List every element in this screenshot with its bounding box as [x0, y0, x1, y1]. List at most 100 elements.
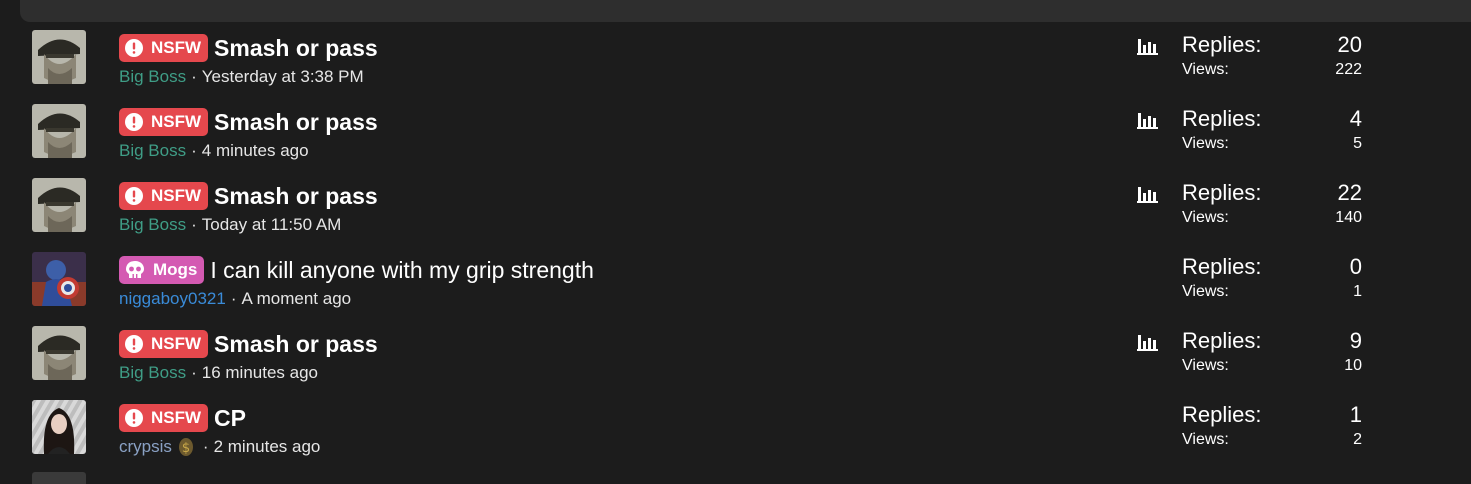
- big-boss-avatar[interactable]: [32, 104, 86, 158]
- thread-stats: Replies: 4 Views: 5: [1182, 106, 1362, 153]
- meta-separator: ·: [191, 67, 197, 86]
- nsfw-prefix-badge[interactable]: NSFW: [119, 34, 209, 62]
- meta-separator: ·: [230, 289, 237, 308]
- mogs-prefix-badge[interactable]: Mogs: [119, 256, 205, 284]
- thread-meta: crypsis $ · 2 minutes ago: [119, 437, 320, 457]
- thread-stats: Replies: 20 Views: 222: [1182, 32, 1362, 79]
- replies-label: Replies:: [1182, 402, 1262, 427]
- poll-icon: [1137, 38, 1159, 61]
- nsfw-prefix-badge[interactable]: NSFW: [119, 330, 209, 358]
- replies-count: 4: [1349, 106, 1362, 131]
- prefix-label: NSFW: [151, 408, 202, 427]
- nsfw-prefix-badge[interactable]: NSFW: [119, 182, 209, 210]
- poll-icon: [1137, 112, 1159, 135]
- views-label: Views:: [1182, 209, 1229, 226]
- author-link[interactable]: niggaboy0321: [119, 289, 226, 309]
- thread-title-link[interactable]: I can kill anyone with my grip strength: [210, 257, 594, 284]
- meta-separator: ·: [191, 215, 197, 234]
- alert-icon: [125, 409, 143, 427]
- thread-title-line: NSFW Smash or pass: [119, 34, 378, 62]
- replies-label: Replies:: [1182, 180, 1262, 205]
- thread-title-line: NSFW Smash or pass: [119, 182, 378, 210]
- thread-time[interactable]: Today at 11:50 AM: [202, 215, 342, 235]
- woman-avatar[interactable]: [32, 400, 86, 454]
- replies-count: 0: [1349, 254, 1362, 279]
- thread-meta: Big Boss · Yesterday at 3:38 PM: [119, 67, 364, 87]
- alert-icon: [125, 113, 143, 131]
- thread-time[interactable]: 2 minutes ago: [214, 437, 321, 457]
- top-panel: [20, 0, 1471, 22]
- author-link[interactable]: Big Boss: [119, 363, 186, 383]
- views-label: Views:: [1182, 431, 1229, 448]
- views-label: Views:: [1182, 135, 1229, 152]
- thread-row[interactable]: Mogs I can kill anyone with my grip stre…: [0, 249, 1471, 323]
- views-label: Views:: [1182, 357, 1229, 374]
- thread-title-link[interactable]: Smash or pass: [214, 35, 378, 62]
- thread-row[interactable]: NSFW Smash or pass Big Boss · 4 minutes …: [0, 101, 1471, 175]
- svg-text:$: $: [182, 441, 190, 456]
- thread-stats: Replies: 9 Views: 10: [1182, 328, 1362, 375]
- author-link[interactable]: crypsis: [119, 437, 172, 457]
- thread-stats: Replies: 1 Views: 2: [1182, 402, 1362, 449]
- replies-label: Replies:: [1182, 32, 1262, 57]
- views-label: Views:: [1182, 61, 1229, 78]
- thread-title-line: NSFW CP: [119, 404, 246, 432]
- replies-count: 9: [1349, 328, 1362, 353]
- meta-separator: ·: [202, 437, 209, 456]
- thread-stats: Replies: 22 Views: 140: [1182, 180, 1362, 227]
- thread-meta: Big Boss · 16 minutes ago: [119, 363, 318, 383]
- prefix-label: NSFW: [151, 112, 202, 131]
- nsfw-prefix-badge[interactable]: NSFW: [119, 404, 209, 432]
- thread-list: NSFW Smash or pass Big Boss · Yesterday …: [0, 27, 1471, 471]
- next-row-avatar: [32, 472, 86, 484]
- prefix-label: Mogs: [153, 260, 198, 279]
- author-link[interactable]: Big Boss: [119, 215, 186, 235]
- captain-avatar[interactable]: [32, 252, 86, 306]
- thread-row[interactable]: NSFW Smash or pass Big Boss · Today at 1…: [0, 175, 1471, 249]
- meta-separator: ·: [191, 363, 197, 382]
- poll-icon: [1137, 334, 1159, 357]
- big-boss-avatar[interactable]: [32, 178, 86, 232]
- meta-separator: ·: [191, 141, 197, 160]
- alert-icon: [125, 335, 143, 353]
- views-count: 5: [1353, 135, 1362, 152]
- replies-label: Replies:: [1182, 254, 1262, 279]
- replies-label: Replies:: [1182, 328, 1262, 353]
- replies-count: 22: [1337, 180, 1362, 205]
- thread-row[interactable]: NSFW Smash or pass Big Boss · Yesterday …: [0, 27, 1471, 101]
- thread-row[interactable]: NSFW CP crypsis $ · 2 minutes ago Replie…: [0, 397, 1471, 471]
- views-count: 1: [1353, 283, 1362, 300]
- prefix-label: NSFW: [151, 186, 202, 205]
- views-count: 2: [1353, 431, 1362, 448]
- thread-time[interactable]: Yesterday at 3:38 PM: [202, 67, 364, 87]
- thread-title-line: NSFW Smash or pass: [119, 108, 378, 136]
- thread-meta: Big Boss · Today at 11:50 AM: [119, 215, 341, 235]
- big-boss-avatar[interactable]: [32, 326, 86, 380]
- alert-icon: [125, 39, 143, 57]
- author-link[interactable]: Big Boss: [119, 67, 186, 87]
- skull-icon: [125, 261, 145, 279]
- thread-meta: niggaboy0321 · A moment ago: [119, 289, 351, 309]
- replies-count: 20: [1337, 32, 1362, 57]
- views-label: Views:: [1182, 283, 1229, 300]
- thread-title-link[interactable]: Smash or pass: [214, 109, 378, 136]
- thread-title-link[interactable]: CP: [214, 405, 246, 432]
- nsfw-prefix-badge[interactable]: NSFW: [119, 108, 209, 136]
- thread-time[interactable]: 16 minutes ago: [202, 363, 318, 383]
- big-boss-avatar[interactable]: [32, 30, 86, 84]
- replies-label: Replies:: [1182, 106, 1262, 131]
- thread-title-line: Mogs I can kill anyone with my grip stre…: [119, 256, 594, 284]
- views-count: 222: [1335, 61, 1362, 78]
- thread-time[interactable]: 4 minutes ago: [202, 141, 309, 161]
- thread-row[interactable]: NSFW Smash or pass Big Boss · 16 minutes…: [0, 323, 1471, 397]
- thread-time[interactable]: A moment ago: [242, 289, 352, 309]
- prefix-label: NSFW: [151, 38, 202, 57]
- thread-meta: Big Boss · 4 minutes ago: [119, 141, 309, 161]
- author-link[interactable]: Big Boss: [119, 141, 186, 161]
- alert-icon: [125, 187, 143, 205]
- thread-title-link[interactable]: Smash or pass: [214, 331, 378, 358]
- replies-count: 1: [1349, 402, 1362, 427]
- poll-icon: [1137, 186, 1159, 209]
- views-count: 10: [1344, 357, 1362, 374]
- thread-title-link[interactable]: Smash or pass: [214, 183, 378, 210]
